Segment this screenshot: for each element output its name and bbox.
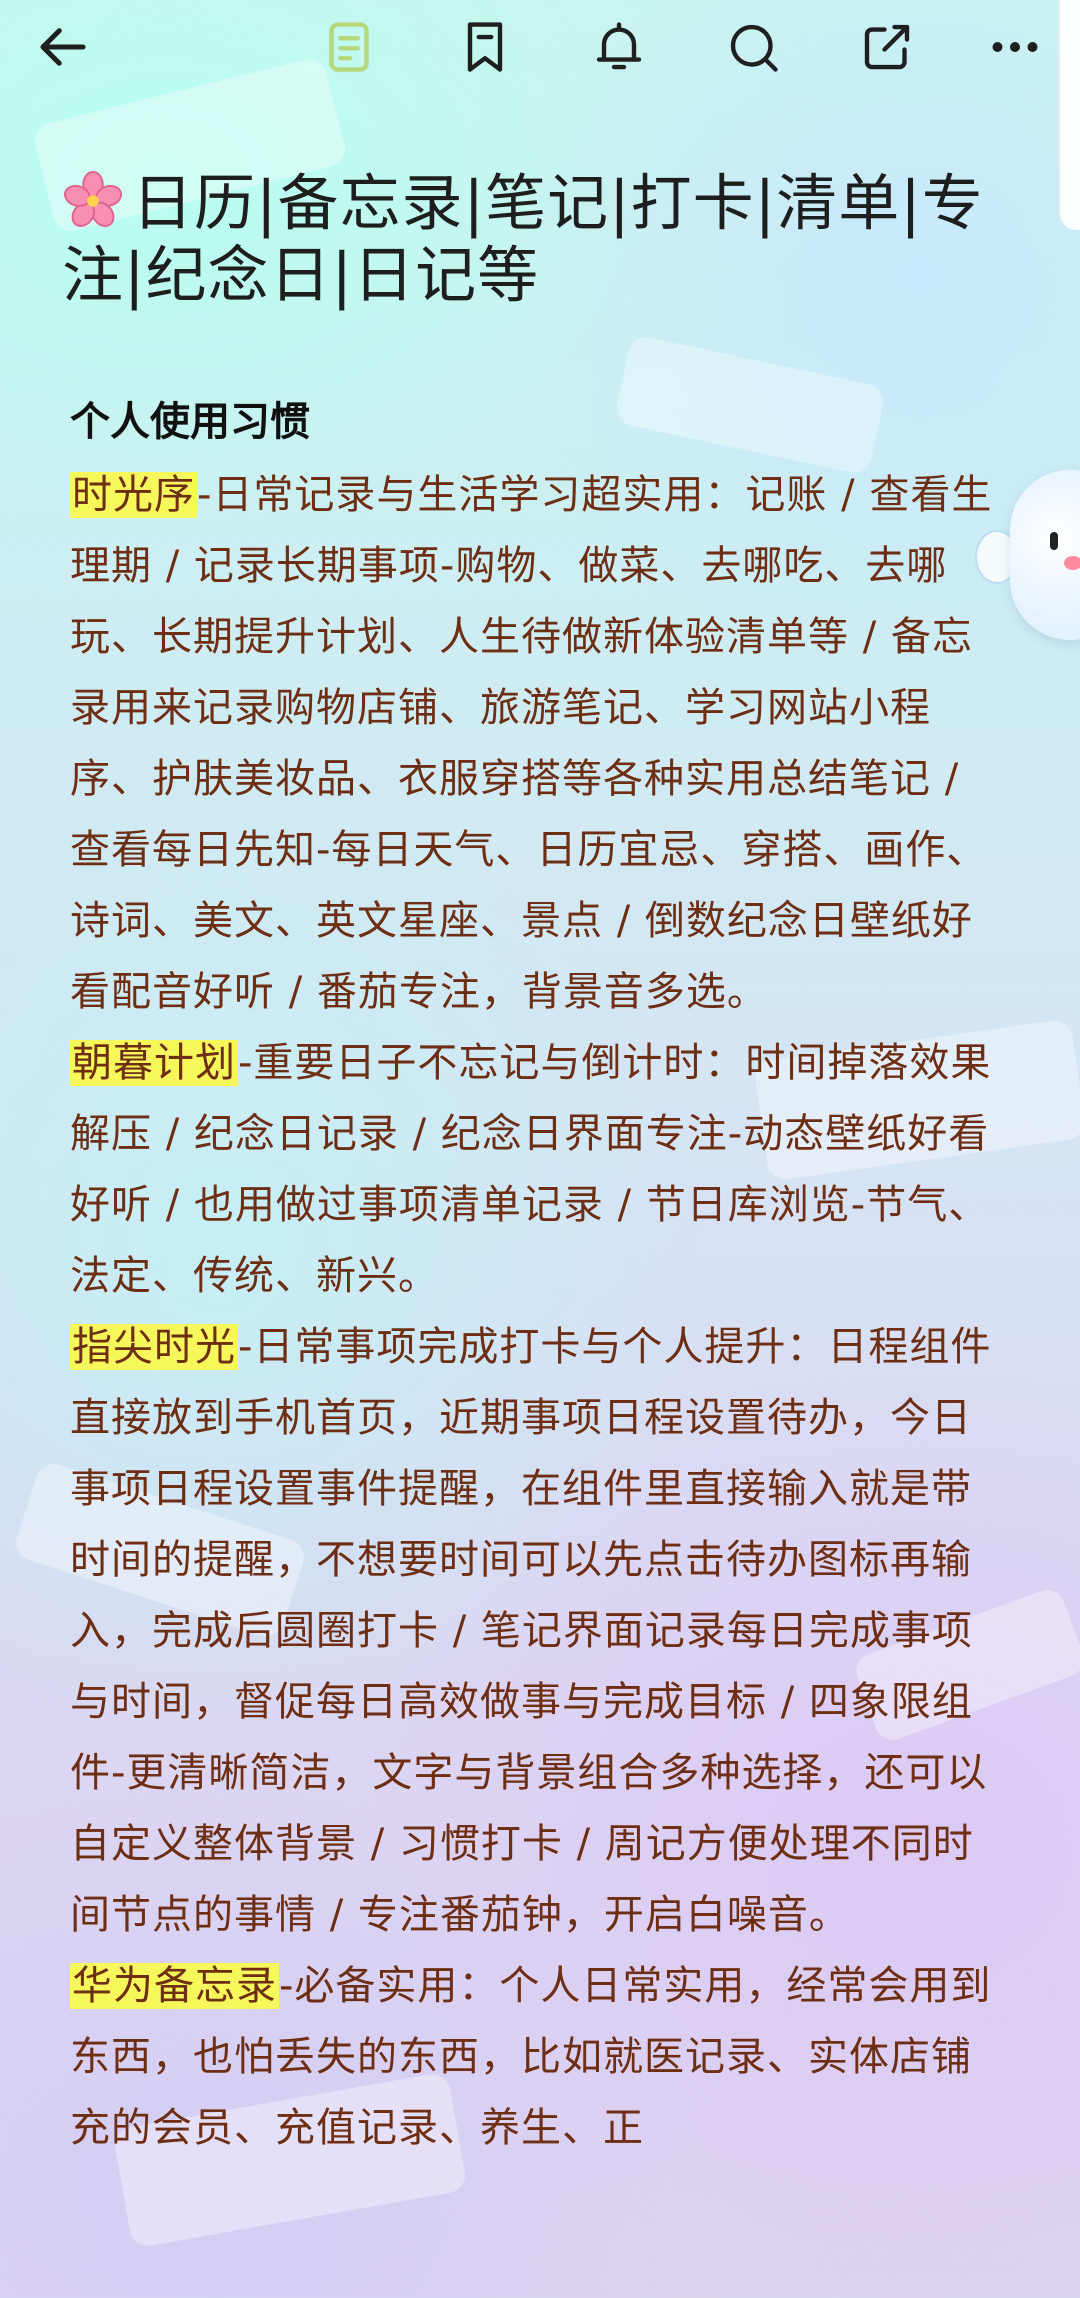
top-toolbar <box>0 0 1080 96</box>
more-icon[interactable] <box>982 14 1048 80</box>
app-paragraph: 朝暮计划-重要日子不忘记与倒计时：时间掉落效果解压 / 纪念日记录 / 纪念日界… <box>70 1028 1010 1312</box>
app-name-highlight: 朝暮计划 <box>70 1040 238 1086</box>
search-icon[interactable] <box>720 14 786 80</box>
app-description: -日常事项完成打卡与个人提升：日程组件直接放到手机首页，近期事项日程设置待办，今… <box>70 1324 992 1938</box>
note-icon[interactable] <box>316 14 382 80</box>
app-name-highlight: 指尖时光 <box>70 1324 238 1370</box>
app-paragraph: 华为备忘录-必备实用：个人日常实用，经常会用到东西，也怕丢失的东西，比如就医记录… <box>70 1951 1010 2164</box>
post-title-text: 日历|备忘录|笔记|打卡|清单|专注|纪念日|日记等 <box>62 168 984 311</box>
app-paragraph: 指尖时光-日常事项完成打卡与个人提升：日程组件直接放到手机首页，近期事项日程设置… <box>70 1312 1010 1951</box>
scrollbar[interactable] <box>1058 0 1080 230</box>
floating-mascot[interactable] <box>1010 470 1080 640</box>
share-icon[interactable] <box>854 14 920 80</box>
app-description: -日常记录与生活学习超实用：记账 / 查看生理期 / 记录长期事项-购物、做菜、… <box>70 472 993 1015</box>
back-arrow-icon[interactable] <box>30 14 96 80</box>
post-body: 个人使用习惯 时光序-日常记录与生活学习超实用：记账 / 查看生理期 / 记录长… <box>70 392 1010 2164</box>
section-heading: 个人使用习惯 <box>70 399 310 445</box>
mascot-cheek <box>1064 556 1080 570</box>
mascot-eye <box>1050 532 1058 550</box>
app-name-highlight: 时光序 <box>70 472 197 518</box>
bell-icon[interactable] <box>586 14 652 80</box>
post-title: 日历|备忘录|笔记|打卡|清单|专注|纪念日|日记等 <box>62 168 1022 312</box>
app-paragraph: 时光序-日常记录与生活学习超实用：记账 / 查看生理期 / 记录长期事项-购物、… <box>70 460 1010 1028</box>
app-name-highlight: 华为备忘录 <box>70 1963 279 2009</box>
cherry-blossom-icon <box>62 170 124 232</box>
bookmark-icon[interactable] <box>452 14 518 80</box>
